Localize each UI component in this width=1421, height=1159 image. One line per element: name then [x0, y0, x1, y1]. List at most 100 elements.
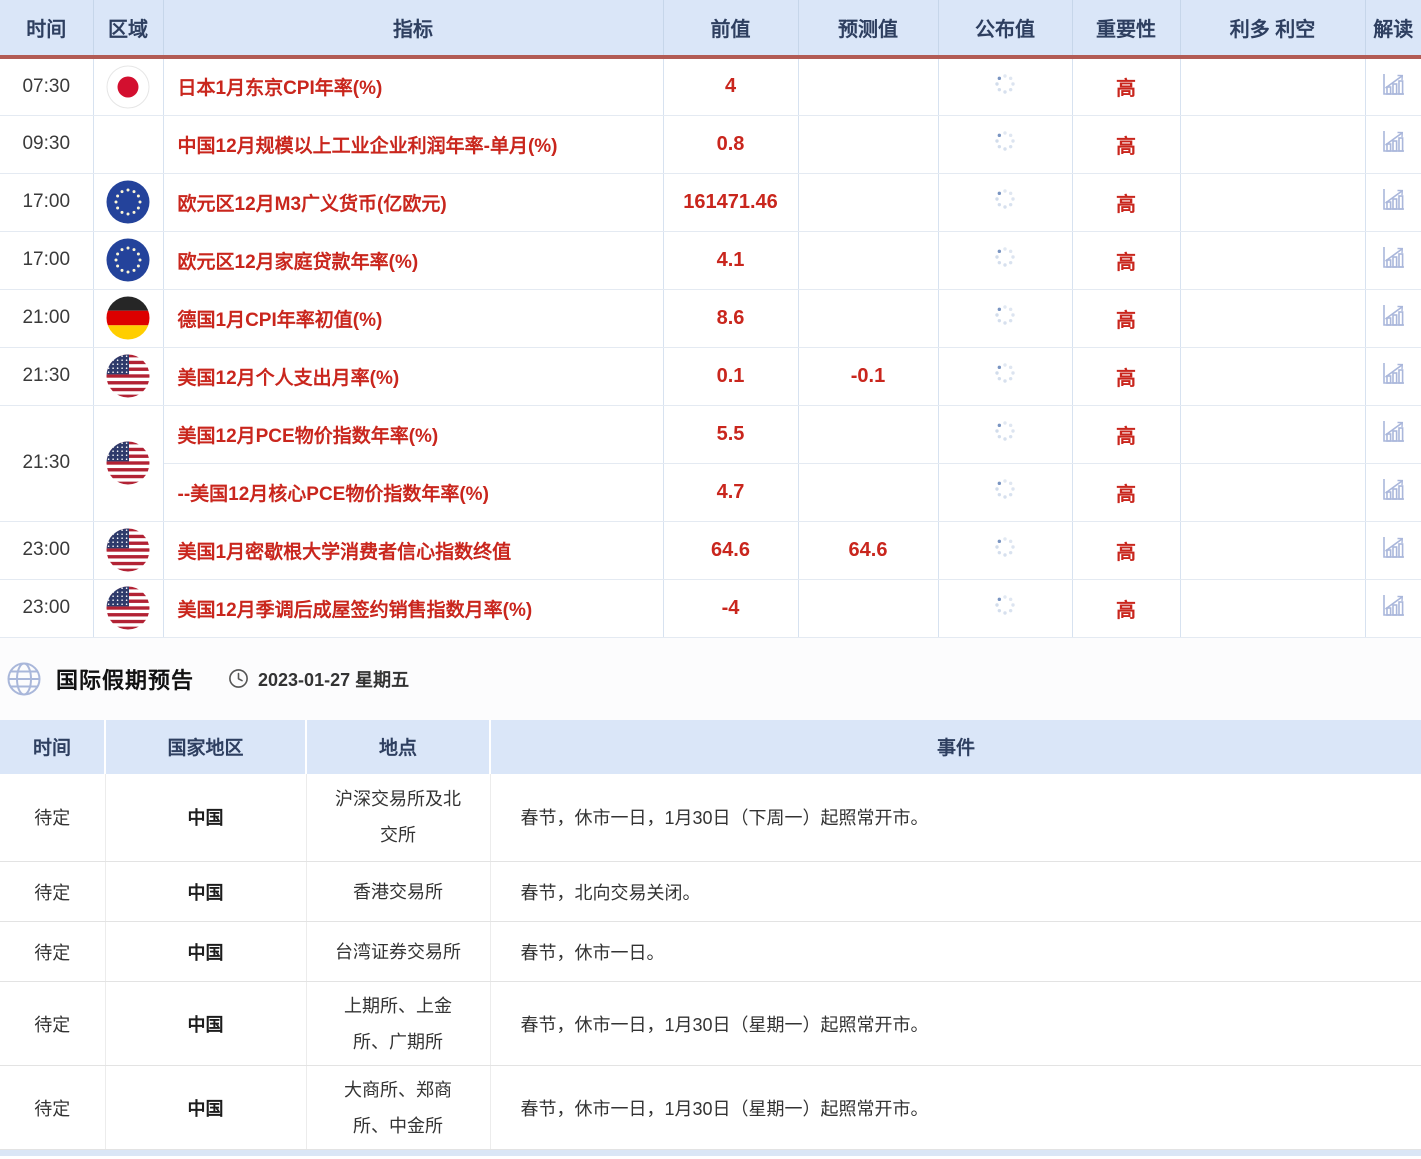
bullish-bearish-cell: [1180, 231, 1365, 289]
calendar-column-header: 区域: [93, 0, 163, 57]
forecast-value: 64.6: [798, 521, 938, 579]
calendar-row: 17:00欧元区12月家庭贷款年率(%)4.1高: [0, 231, 1421, 289]
forecast-value: [798, 579, 938, 637]
calendar-column-header: 重要性: [1072, 0, 1180, 57]
calendar-column-header: 前值: [663, 0, 798, 57]
interpret-cell: [1365, 579, 1421, 637]
calendar-row: 17:00欧元区12月M3广义货币(亿欧元)161471.46高: [0, 173, 1421, 231]
region-flag-cell: [93, 231, 163, 289]
holiday-venue: 沪深交易所及北交所: [306, 774, 490, 862]
importance-level: 高: [1072, 173, 1180, 231]
us-flag-icon: [106, 354, 150, 398]
bullish-bearish-cell: [1180, 173, 1365, 231]
indicator-name: 中国12月规模以上工业企业利润年率-单月(%): [163, 115, 663, 173]
published-value-cell: [938, 289, 1072, 347]
calendar-header-row: 时间区域指标前值预测值公布值重要性利多 利空解读: [0, 0, 1421, 57]
event-time: 21:30: [0, 347, 93, 405]
importance-level: 高: [1072, 57, 1180, 115]
published-value-cell: [938, 173, 1072, 231]
event-time: 23:00: [0, 521, 93, 579]
event-time: 21:30: [0, 405, 93, 521]
loading-spinner-icon: [993, 535, 1017, 559]
previous-value: 0.8: [663, 115, 798, 173]
holiday-table: 时间国家地区地点事件 待定中国沪深交易所及北交所春节，休市一日，1月30日（下周…: [0, 720, 1421, 1151]
holiday-country: 中国: [105, 1066, 306, 1150]
calendar-column-header: 解读: [1365, 0, 1421, 57]
interpret-chart-icon[interactable]: [1379, 186, 1407, 212]
indicator-name: 日本1月东京CPI年率(%): [163, 57, 663, 115]
previous-value: 4.1: [663, 231, 798, 289]
clock-icon: [228, 668, 249, 689]
forecast-value: [798, 231, 938, 289]
event-time: 17:00: [0, 231, 93, 289]
calendar-row: 21:30美国12月PCE物价指数年率(%)5.5高: [0, 405, 1421, 463]
interpret-cell: [1365, 521, 1421, 579]
calendar-row: 09:30中国12月规模以上工业企业利润年率-单月(%)0.8高: [0, 115, 1421, 173]
interpret-chart-icon[interactable]: [1379, 534, 1407, 560]
previous-value: 4.7: [663, 463, 798, 521]
interpret-chart-icon[interactable]: [1379, 592, 1407, 618]
globe-icon: [6, 661, 42, 697]
holiday-time: 待定: [0, 774, 105, 862]
event-time: 23:00: [0, 579, 93, 637]
holiday-country: 中国: [105, 982, 306, 1066]
interpret-chart-icon[interactable]: [1379, 128, 1407, 154]
holiday-event: 春节，休市一日，1月30日（星期一）起照常开市。: [490, 1066, 1421, 1150]
region-flag-cell: [93, 521, 163, 579]
holiday-country: 中国: [105, 774, 306, 862]
calendar-row: 23:00美国12月季调后成屋签约销售指数月率(%)-4高: [0, 579, 1421, 637]
published-value-cell: [938, 405, 1072, 463]
holiday-event: 春节，休市一日。: [490, 922, 1421, 982]
holiday-time: 待定: [0, 982, 105, 1066]
interpret-cell: [1365, 57, 1421, 115]
holiday-venue: 上期所、上金所、广期所: [306, 982, 490, 1066]
previous-value: 4: [663, 57, 798, 115]
loading-spinner-icon: [993, 419, 1017, 443]
interpret-chart-icon[interactable]: [1379, 476, 1407, 502]
interpret-chart-icon[interactable]: [1379, 302, 1407, 328]
bullish-bearish-cell: [1180, 347, 1365, 405]
calendar-row: 21:30美国12月个人支出月率(%)0.1-0.1高: [0, 347, 1421, 405]
interpret-chart-icon[interactable]: [1379, 71, 1407, 97]
indicator-name: --美国12月核心PCE物价指数年率(%): [163, 463, 663, 521]
bullish-bearish-cell: [1180, 463, 1365, 521]
importance-level: 高: [1072, 115, 1180, 173]
economic-calendar-table: 时间区域指标前值预测值公布值重要性利多 利空解读 07:30日本1月东京CPI年…: [0, 0, 1421, 638]
interpret-cell: [1365, 231, 1421, 289]
importance-level: 高: [1072, 289, 1180, 347]
interpret-chart-icon[interactable]: [1379, 244, 1407, 270]
loading-spinner-icon: [993, 187, 1017, 211]
loading-spinner-icon: [993, 593, 1017, 617]
region-flag-cell: [93, 115, 163, 173]
previous-value: 161471.46: [663, 173, 798, 231]
interpret-chart-icon[interactable]: [1379, 360, 1407, 386]
importance-level: 高: [1072, 521, 1180, 579]
holiday-column-header: 时间: [0, 720, 105, 774]
holiday-event: 春节，休市一日，1月30日（下周一）起照常开市。: [490, 774, 1421, 862]
holiday-column-header: 国家地区: [105, 720, 306, 774]
importance-level: 高: [1072, 463, 1180, 521]
calendar-column-header: 预测值: [798, 0, 938, 57]
indicator-name: 美国12月PCE物价指数年率(%): [163, 405, 663, 463]
holiday-country: 中国: [105, 862, 306, 922]
forecast-value: [798, 115, 938, 173]
holiday-date: 2023-01-27 星期五: [258, 666, 409, 692]
region-flag-cell: [93, 347, 163, 405]
interpret-chart-icon[interactable]: [1379, 418, 1407, 444]
holiday-section-title: 国际假期预告: [56, 663, 194, 695]
interpret-cell: [1365, 405, 1421, 463]
importance-level: 高: [1072, 405, 1180, 463]
indicator-name: 欧元区12月家庭贷款年率(%): [163, 231, 663, 289]
region-flag-cell: [93, 57, 163, 115]
indicator-name: 德国1月CPI年率初值(%): [163, 289, 663, 347]
calendar-column-header: 指标: [163, 0, 663, 57]
bullish-bearish-cell: [1180, 579, 1365, 637]
calendar-column-header: 利多 利空: [1180, 0, 1365, 57]
next-section-header-partial: [0, 1150, 1421, 1156]
calendar-row: 07:30日本1月东京CPI年率(%)4高: [0, 57, 1421, 115]
forecast-value: -0.1: [798, 347, 938, 405]
economic-calendar-page: 时间区域指标前值预测值公布值重要性利多 利空解读 07:30日本1月东京CPI年…: [0, 0, 1421, 1156]
published-value-cell: [938, 231, 1072, 289]
indicator-name: 美国12月个人支出月率(%): [163, 347, 663, 405]
holiday-row: 待定中国台湾证券交易所春节，休市一日。: [0, 922, 1421, 982]
